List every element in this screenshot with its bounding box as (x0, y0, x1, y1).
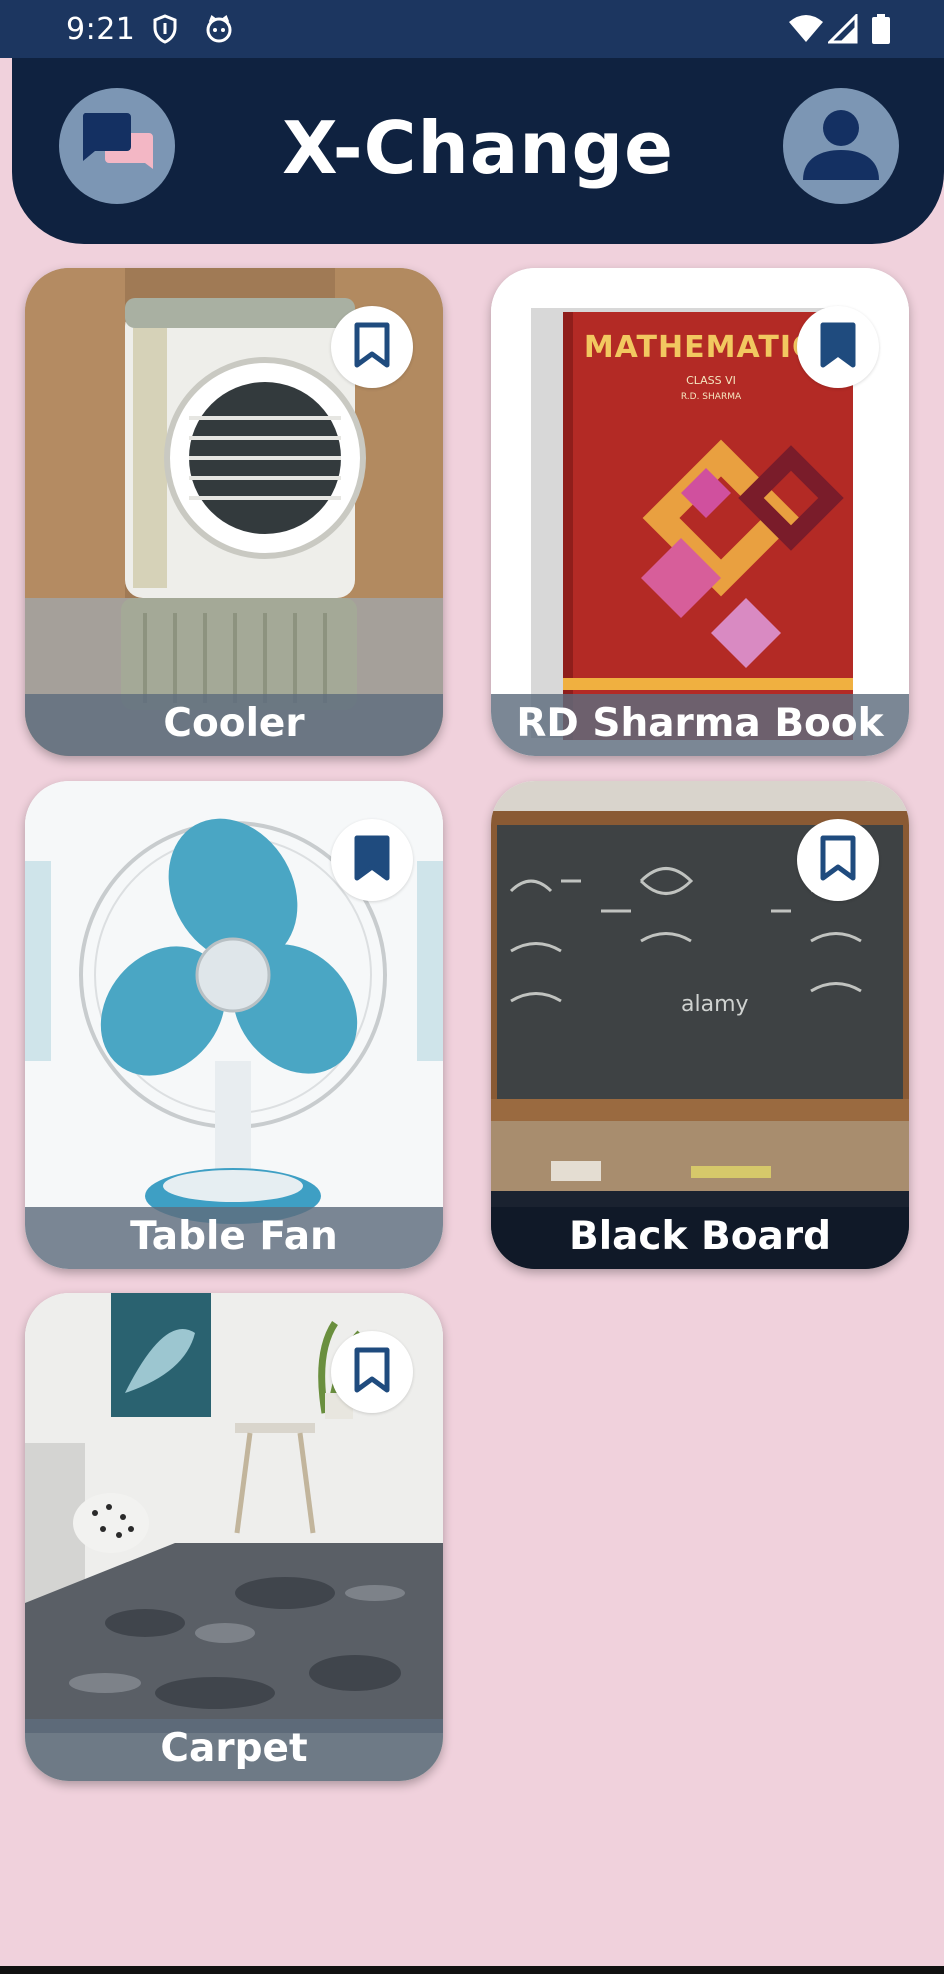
bookmark-button[interactable] (331, 1331, 413, 1413)
bookmark-filled-icon (818, 321, 858, 374)
book-cover-author: R.D. SHARMA (680, 392, 742, 402)
item-title: Cooler (25, 694, 443, 756)
alamy-watermark: alamy (681, 992, 749, 1017)
bookmark-outline-icon (818, 834, 858, 887)
item-title: Black Board (491, 1207, 909, 1269)
shield-icon (152, 14, 178, 49)
bookmark-filled-icon (352, 834, 392, 887)
profile-button[interactable] (783, 88, 899, 204)
status-time: 9:21 (66, 12, 136, 47)
bookmark-outline-icon (352, 321, 392, 374)
signal-icon (826, 12, 858, 49)
bookmark-button[interactable] (797, 306, 879, 388)
app-bar: X-Change (12, 58, 944, 244)
profile-icon (799, 102, 883, 191)
item-title: Table Fan (25, 1207, 443, 1269)
bookmark-button[interactable] (331, 819, 413, 901)
item-title: Carpet (25, 1719, 443, 1781)
bookmark-button[interactable] (331, 306, 413, 388)
battery-icon (872, 14, 890, 49)
item-card-rd-sharma-book[interactable]: MATHEMATICS CLASS VI R.D. SHARMA RD Shar… (491, 268, 909, 756)
status-bar: 9:21 (0, 0, 944, 58)
screen: 9:21 X-Change Cooler MATHEMATICS CLASS V… (0, 0, 944, 1974)
bookmark-outline-icon (352, 1346, 392, 1399)
book-cover-class: CLASS VI (686, 374, 736, 387)
item-card-cooler[interactable]: Cooler (25, 268, 443, 756)
wifi-icon (788, 14, 824, 49)
item-card-black-board[interactable]: alamy Black Board (491, 781, 909, 1269)
cat-face-icon (204, 14, 234, 49)
item-card-table-fan[interactable]: Table Fan (25, 781, 443, 1269)
item-card-carpet[interactable]: Carpet (25, 1293, 443, 1781)
navigation-bar-edge (0, 1966, 944, 1974)
bookmark-button[interactable] (797, 819, 879, 901)
item-title: RD Sharma Book (491, 694, 909, 756)
